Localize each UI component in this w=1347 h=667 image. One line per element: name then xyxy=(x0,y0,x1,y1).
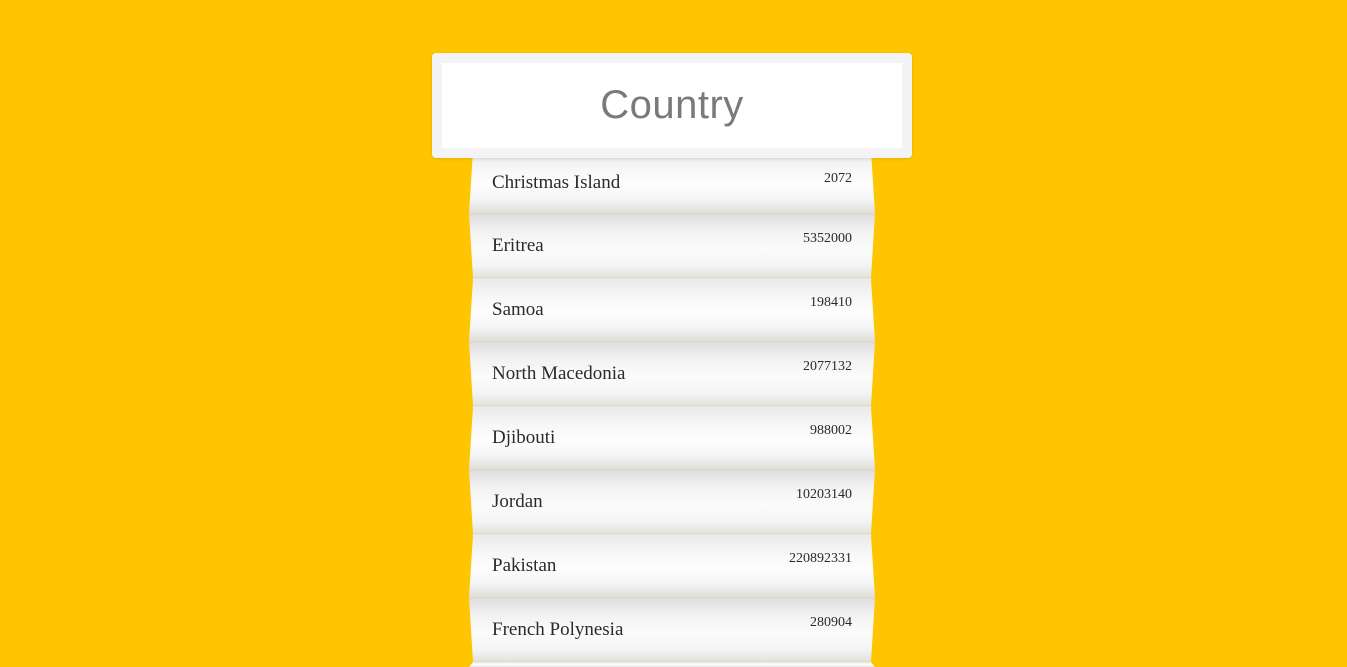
list-item[interactable]: Christmas Island 2072 xyxy=(469,150,875,214)
list-item[interactable]: Pakistan 220892331 xyxy=(469,534,875,598)
population-value: 2072 xyxy=(824,171,852,186)
country-name: Christmas Island xyxy=(492,172,621,193)
population-value: 280904 xyxy=(810,615,852,630)
population-value: 198410 xyxy=(810,295,852,310)
population-value: 2077132 xyxy=(803,359,852,374)
list-item[interactable]: French Polynesia 280904 xyxy=(469,598,875,662)
country-name: Pakistan xyxy=(492,554,557,576)
header-card: Country xyxy=(432,53,912,158)
header-inner: Country xyxy=(442,63,902,148)
country-name: Jordan xyxy=(492,490,543,512)
list-item[interactable]: Jordan 10203140 xyxy=(469,470,875,534)
list-item[interactable]: North Macedonia 2077132 xyxy=(469,342,875,406)
list-item[interactable]: Eritrea 5352000 xyxy=(469,214,875,278)
page-title: Country xyxy=(600,83,744,127)
list-item[interactable]: Samoa 198410 xyxy=(469,278,875,342)
population-value: 988002 xyxy=(810,423,852,438)
country-name: Samoa xyxy=(492,298,544,320)
country-name: French Polynesia xyxy=(492,618,624,640)
country-name: Eritrea xyxy=(492,234,544,256)
list-item-partial xyxy=(469,662,875,667)
population-value: 220892331 xyxy=(789,551,852,566)
country-name: Djibouti xyxy=(492,426,556,448)
country-name: North Macedonia xyxy=(492,362,626,384)
list-item[interactable]: Djibouti 988002 xyxy=(469,406,875,470)
population-value: 10203140 xyxy=(796,487,852,502)
population-value: 5352000 xyxy=(803,231,852,246)
